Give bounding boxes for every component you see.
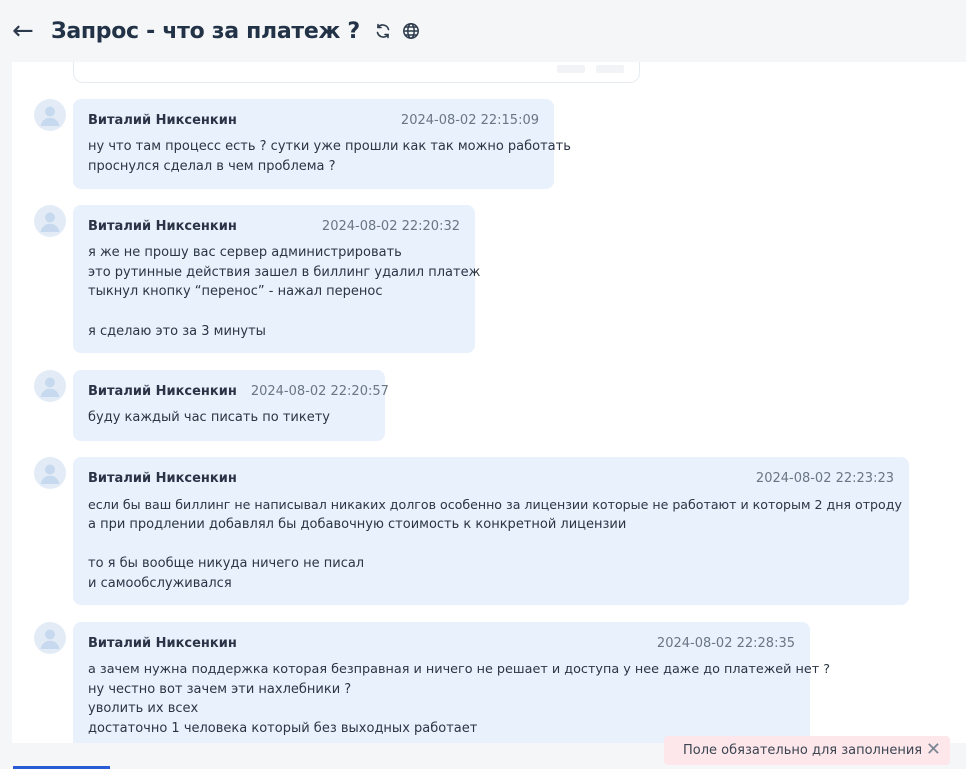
- user-avatar-icon: [40, 212, 60, 232]
- avatar: [34, 99, 66, 131]
- page-title: Запрос - что за платеж ?: [51, 18, 360, 44]
- message-time: 2024-08-02 22:20:57: [250, 384, 389, 399]
- avatar: [34, 205, 66, 237]
- message-time: 2024-08-02 22:15:09: [400, 113, 539, 128]
- message-author: Виталий Никсенкин: [88, 636, 237, 651]
- message-line: буду каждый час писать по тикету: [88, 410, 330, 425]
- user-avatar-icon: [40, 464, 60, 484]
- user-avatar-icon: [40, 106, 60, 126]
- user-avatar-icon: [40, 377, 60, 397]
- avatar: [34, 457, 66, 489]
- message-line: [88, 302, 460, 322]
- message-body: буду каждый час писать по тикету: [88, 408, 370, 428]
- message-time: 2024-08-02 22:20:32: [321, 219, 460, 234]
- message-author: Виталий Никсенкин: [88, 219, 237, 234]
- page-header: ← Запрос - что за платеж ?: [0, 0, 966, 62]
- message-bubble: Виталий Никсенкин 2024-08-02 22:20:57 бу…: [73, 370, 389, 441]
- toast-message: Поле обязательно для заполнения: [683, 743, 923, 758]
- previous-action-button[interactable]: [596, 65, 624, 73]
- message-line: ну что там процесс есть ? сутки уже прош…: [88, 139, 571, 154]
- message-line: а зачем нужна поддержка которая безправн…: [88, 662, 831, 677]
- message-author: Виталий Никсенкин: [88, 384, 237, 399]
- message-line: ну честно вот зачем эти нахлебники ?: [88, 681, 352, 697]
- message-body: я же не прошу вас сервер администрироват…: [88, 243, 481, 342]
- previous-message-bubble: [73, 62, 640, 83]
- message-author: Виталий Никсенкин: [88, 113, 237, 128]
- message-bubble: Виталий Никсенкин 2024-08-02 22:20:32 я …: [73, 205, 481, 353]
- message-line: это рутинные действия зашел в биллинг уд…: [88, 264, 481, 280]
- message-bubble: Виталий Никсенкин 2024-08-02 22:28:35 а …: [73, 622, 831, 743]
- message-bubble: Виталий Никсенкин 2024-08-02 22:15:09 ну…: [73, 99, 571, 189]
- globe-icon[interactable]: [402, 22, 420, 40]
- user-avatar-icon: [40, 629, 60, 649]
- message-line: проснулся сделал в чем проблема ?: [88, 158, 336, 174]
- message-line: [88, 534, 894, 554]
- message-line: и самообслуживался: [88, 575, 232, 591]
- message-line: а при продлении добавлял бы добавочную с…: [88, 516, 627, 532]
- avatar: [34, 622, 66, 654]
- message-line: то я бы вообще никуда ничего не писал: [88, 556, 365, 572]
- arrow-left-icon[interactable]: ←: [12, 18, 40, 44]
- messages-panel[interactable]: Виталий Никсенкин 2024-08-02 22:15:09 ну…: [12, 62, 966, 743]
- avatar: [34, 370, 66, 402]
- message-line: тыкнул кнопку “перенос” - нажал перенос: [88, 284, 383, 300]
- previous-action-button[interactable]: [557, 65, 585, 73]
- message-line: если бы ваш биллинг не написывал никаких…: [88, 497, 902, 512]
- message-body: ну что там процесс есть ? сутки уже прош…: [88, 137, 571, 176]
- message-author: Виталий Никсенкин: [88, 471, 237, 486]
- close-icon[interactable]: ✕: [926, 741, 941, 759]
- message-line: я же не прошу вас сервер администрироват…: [88, 245, 402, 260]
- message-time: 2024-08-02 22:23:23: [755, 471, 894, 486]
- message-line: уволить их всех: [88, 701, 199, 717]
- message-body: если бы ваш биллинг не написывал никаких…: [88, 495, 902, 594]
- message-time: 2024-08-02 22:28:35: [656, 636, 795, 651]
- message-line: я сделаю это за 3 минуты: [88, 323, 266, 339]
- refresh-icon[interactable]: [374, 22, 392, 40]
- message-body: а зачем нужна поддержка которая безправн…: [88, 660, 831, 739]
- message-bubble: Виталий Никсенкин 2024-08-02 22:23:23 ес…: [73, 457, 909, 605]
- validation-toast: Поле обязательно для заполнения ✕: [664, 736, 950, 765]
